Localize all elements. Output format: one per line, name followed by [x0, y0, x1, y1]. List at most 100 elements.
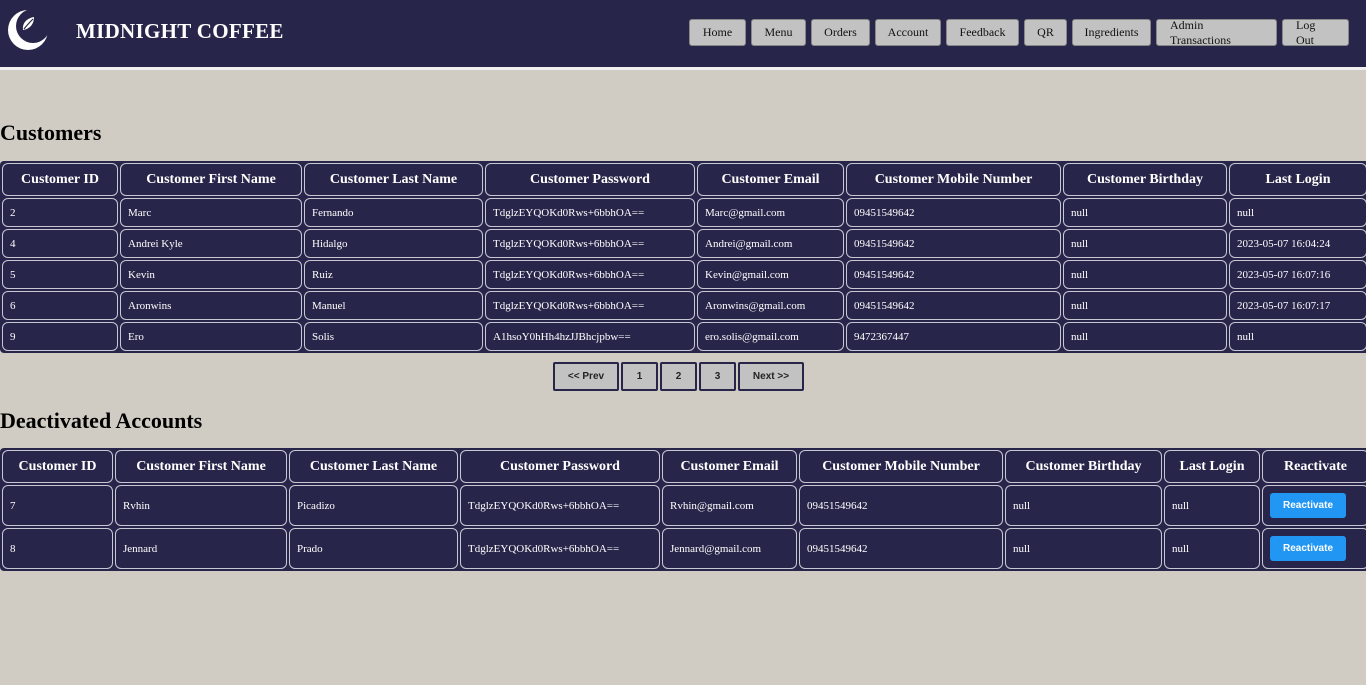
coffee-leaf-logo-icon: [8, 9, 50, 50]
top-header: MIDNIGHT COFFEE Home Menu Orders Account…: [0, 0, 1366, 70]
column-header: Customer Last Name: [289, 450, 458, 483]
table-cell: null: [1005, 528, 1162, 569]
table-cell: null: [1229, 322, 1366, 351]
table-row: 6 Aronwins Manuel TdglzEYQOKd0Rws+6bbhOA== A…: [2, 291, 1366, 320]
table-cell: null: [1005, 485, 1162, 526]
table-cell: null: [1063, 322, 1227, 351]
column-header: Customer Password: [485, 163, 695, 196]
table-cell: 09451549642: [846, 291, 1061, 320]
table-cell: 09451549642: [846, 229, 1061, 258]
table-cell: Aronwins: [120, 291, 302, 320]
table-cell: Andrei Kyle: [120, 229, 302, 258]
prev-page-button[interactable]: << Prev: [553, 362, 619, 391]
page-3-button[interactable]: 3: [699, 362, 736, 391]
table-cell: Fernando: [304, 198, 483, 227]
column-header: Customer Email: [662, 450, 797, 483]
table-cell: 7: [2, 485, 113, 526]
table-row: 9 Ero Solis A1hsoY0hHh4hzJJBhcjpbw== ero.sol…: [2, 322, 1366, 351]
column-header: Customer ID: [2, 163, 118, 196]
deactivated-accounts-table: Customer ID Customer First Name Customer L…: [0, 448, 1366, 571]
column-header: Last Login: [1164, 450, 1260, 483]
table-cell: Kevin: [120, 260, 302, 289]
table-cell: 2023-05-07 16:07:17: [1229, 291, 1366, 320]
table-cell: 09451549642: [846, 260, 1061, 289]
table-cell: TdglzEYQOKd0Rws+6bbhOA==: [485, 198, 695, 227]
table-cell: 09451549642: [799, 485, 1003, 526]
nav-menu-button[interactable]: Menu: [751, 19, 806, 46]
pagination: << Prev 1 2 3 Next >>: [553, 362, 804, 391]
customers-table: Customer ID Customer First Name Customer L…: [0, 161, 1366, 353]
reactivate-cell: Reactivate: [1262, 485, 1366, 526]
column-header: Customer Password: [460, 450, 660, 483]
column-header: Customer Mobile Number: [799, 450, 1003, 483]
table-cell: Ruiz: [304, 260, 483, 289]
table-cell: null: [1164, 528, 1260, 569]
table-cell: TdglzEYQOKd0Rws+6bbhOA==: [460, 485, 660, 526]
table-row: 4 Andrei Kyle Hidalgo TdglzEYQOKd0Rws+6bbhO…: [2, 229, 1366, 258]
table-cell: Solis: [304, 322, 483, 351]
table-cell: 6: [2, 291, 118, 320]
table-cell: null: [1229, 198, 1366, 227]
column-header: Customer Birthday: [1063, 163, 1227, 196]
table-cell: Manuel: [304, 291, 483, 320]
column-header: Customer Birthday: [1005, 450, 1162, 483]
table-row: 2 Marc Fernando TdglzEYQOKd0Rws+6bbhOA== Mar…: [2, 198, 1366, 227]
nav-feedback-button[interactable]: Feedback: [946, 19, 1019, 46]
page-1-button[interactable]: 1: [621, 362, 658, 391]
table-cell: 9: [2, 322, 118, 351]
table-cell: 2023-05-07 16:04:24: [1229, 229, 1366, 258]
nav-qr-button[interactable]: QR: [1024, 19, 1067, 46]
table-cell: Andrei@gmail.com: [697, 229, 844, 258]
nav-admin-transactions-button[interactable]: Admin Transactions: [1156, 18, 1277, 47]
main-nav: Home Menu Orders Account Feedback QR Ing…: [689, 18, 1349, 47]
table-cell: Aronwins@gmail.com: [697, 291, 844, 320]
table-cell: null: [1164, 485, 1260, 526]
table-cell: TdglzEYQOKd0Rws+6bbhOA==: [485, 260, 695, 289]
reactivate-cell: Reactivate: [1262, 528, 1366, 569]
table-cell: 2023-05-07 16:07:16: [1229, 260, 1366, 289]
nav-home-button[interactable]: Home: [689, 19, 746, 46]
header-row: Customer ID Customer First Name Customer L…: [2, 450, 1366, 483]
nav-logout-button[interactable]: Log Out: [1282, 18, 1349, 47]
table-cell: 5: [2, 260, 118, 289]
column-header: Customer Last Name: [304, 163, 483, 196]
nav-ingredients-button[interactable]: Ingredients: [1072, 19, 1151, 46]
table-row: 5 Kevin Ruiz TdglzEYQOKd0Rws+6bbhOA== Kevin@…: [2, 260, 1366, 289]
table-row: 8 Jennard Prado TdglzEYQOKd0Rws+6bbhOA== Jen…: [2, 528, 1366, 569]
table-cell: TdglzEYQOKd0Rws+6bbhOA==: [485, 229, 695, 258]
table-cell: null: [1063, 260, 1227, 289]
column-header: Customer Email: [697, 163, 844, 196]
page-2-button[interactable]: 2: [660, 362, 697, 391]
table-cell: 2: [2, 198, 118, 227]
deactivated-heading: Deactivated Accounts: [0, 408, 203, 433]
table-cell: Rvhin: [115, 485, 287, 526]
table-cell: Rvhin@gmail.com: [662, 485, 797, 526]
customers-heading: Customers: [0, 120, 102, 145]
nav-account-button[interactable]: Account: [875, 19, 941, 46]
table-cell: 8: [2, 528, 113, 569]
table-cell: Ero: [120, 322, 302, 351]
table-cell: Hidalgo: [304, 229, 483, 258]
reactivate-button[interactable]: Reactivate: [1270, 493, 1346, 518]
column-header: Customer First Name: [120, 163, 302, 196]
table-cell: Kevin@gmail.com: [697, 260, 844, 289]
table-cell: null: [1063, 198, 1227, 227]
column-header: Customer Mobile Number: [846, 163, 1061, 196]
column-header: Customer First Name: [115, 450, 287, 483]
table-cell: Jennard@gmail.com: [662, 528, 797, 569]
header-row: Customer ID Customer First Name Customer L…: [2, 163, 1366, 196]
table-cell: TdglzEYQOKd0Rws+6bbhOA==: [485, 291, 695, 320]
reactivate-button[interactable]: Reactivate: [1270, 536, 1346, 561]
next-page-button[interactable]: Next >>: [738, 362, 804, 391]
column-header: Last Login: [1229, 163, 1366, 196]
table-cell: ero.solis@gmail.com: [697, 322, 844, 351]
table-cell: null: [1063, 229, 1227, 258]
table-cell: Picadizo: [289, 485, 458, 526]
table-cell: Jennard: [115, 528, 287, 569]
brand-title: MIDNIGHT COFFEE: [76, 19, 284, 43]
nav-orders-button[interactable]: Orders: [811, 19, 870, 46]
table-cell: Prado: [289, 528, 458, 569]
table-cell: null: [1063, 291, 1227, 320]
table-cell: Marc@gmail.com: [697, 198, 844, 227]
table-cell: A1hsoY0hHh4hzJJBhcjpbw==: [485, 322, 695, 351]
